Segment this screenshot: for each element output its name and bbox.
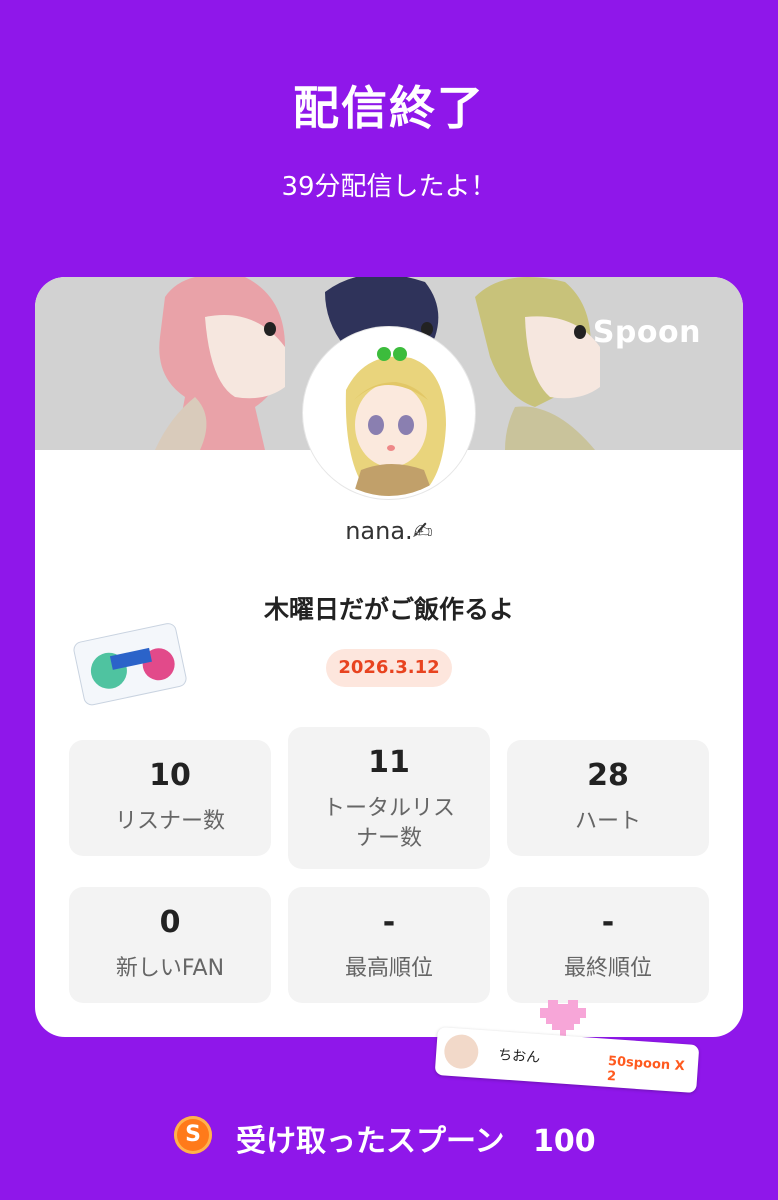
username: nana.✍ [345,517,433,545]
stat-total-listeners: 11 トータルリスナー数 [288,727,490,869]
gift-sender: ちおん [497,1047,541,1067]
received-label: 受け取ったスプーン [236,1124,505,1159]
stat-value: - [382,905,396,940]
stat-highest-rank: - 最高順位 [288,887,490,1003]
received-spoons: 受け取ったスプーン 100 [236,1116,596,1160]
date-badge: 2026.3.12 [326,649,452,687]
gift-amount: 50spoon X 2 [606,1053,686,1085]
avatar-illustration [306,330,472,496]
spoon-logo: Spoon [592,315,701,350]
stat-value: 0 [159,905,181,940]
stat-new-fans: 0 新しいFAN [69,887,271,1003]
stat-label: 最高順位 [344,956,433,981]
received-value: 100 [532,1124,596,1159]
stat-value: - [601,905,615,940]
stat-label: 新しいFAN [115,956,225,981]
duration-text: 39分配信したよ！ [281,172,497,202]
spoon-coin-icon: S [174,1116,212,1154]
stat-label: リスナー数 [114,809,225,834]
heart-sticker-icon [540,1000,586,1036]
stat-value: 28 [587,758,629,793]
soap-sticker-icon [73,623,187,706]
avatar[interactable] [303,327,475,499]
stat-value: 10 [149,758,191,793]
stat-final-rank: - 最終順位 [507,887,709,1003]
stat-label: トータルリスナー数 [322,796,455,851]
stat-hearts: 28 ハート [507,740,709,856]
stat-label: 最終順位 [563,956,652,981]
stat-value: 11 [368,745,410,780]
gift-avatar [443,1033,480,1070]
stat-label: ハート [574,809,641,834]
page-title: 配信終了 [293,81,485,135]
stat-listeners: 10 リスナー数 [69,740,271,856]
